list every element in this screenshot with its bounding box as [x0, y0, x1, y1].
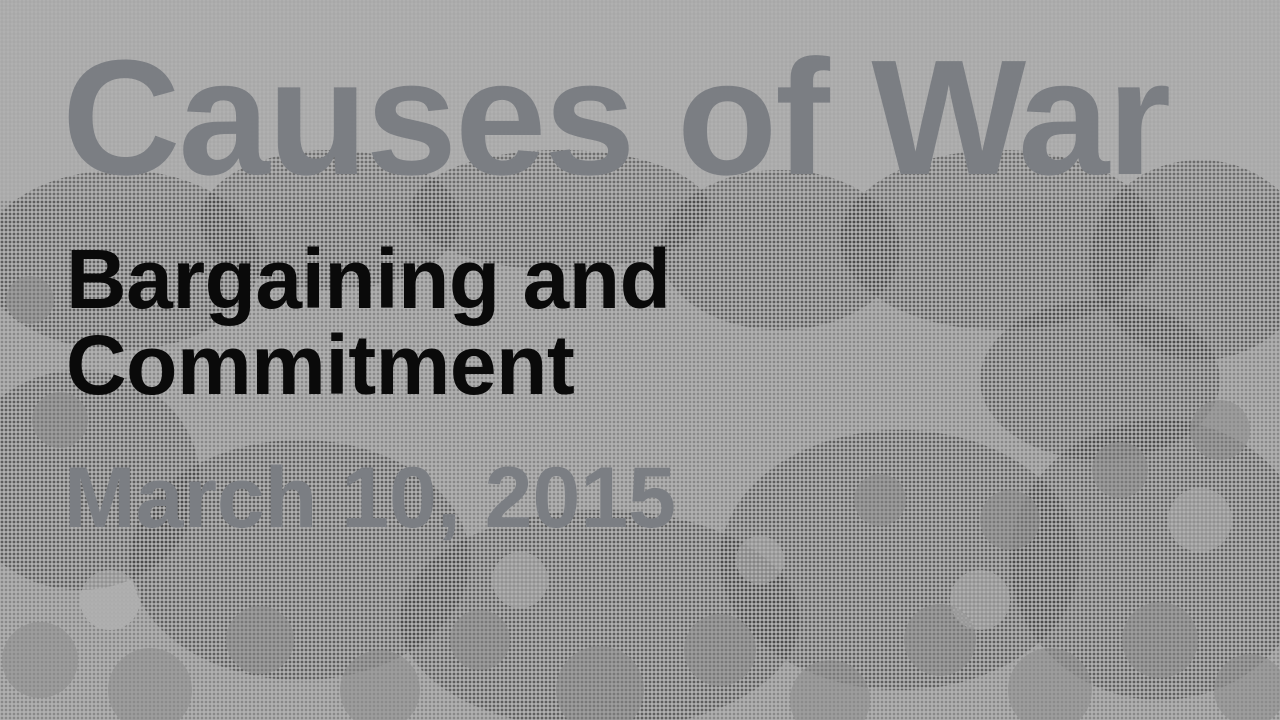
subtitle-line-1: Bargaining and	[66, 232, 671, 326]
slide-title: Causes of War	[62, 26, 1171, 209]
slide-subtitle: Bargaining and Commitment	[66, 236, 826, 408]
slide-date: March 10, 2015	[64, 450, 676, 546]
slide-text-layer: Causes of War Bargaining and Commitment …	[0, 0, 1280, 720]
subtitle-line-2: Commitment	[66, 318, 575, 412]
